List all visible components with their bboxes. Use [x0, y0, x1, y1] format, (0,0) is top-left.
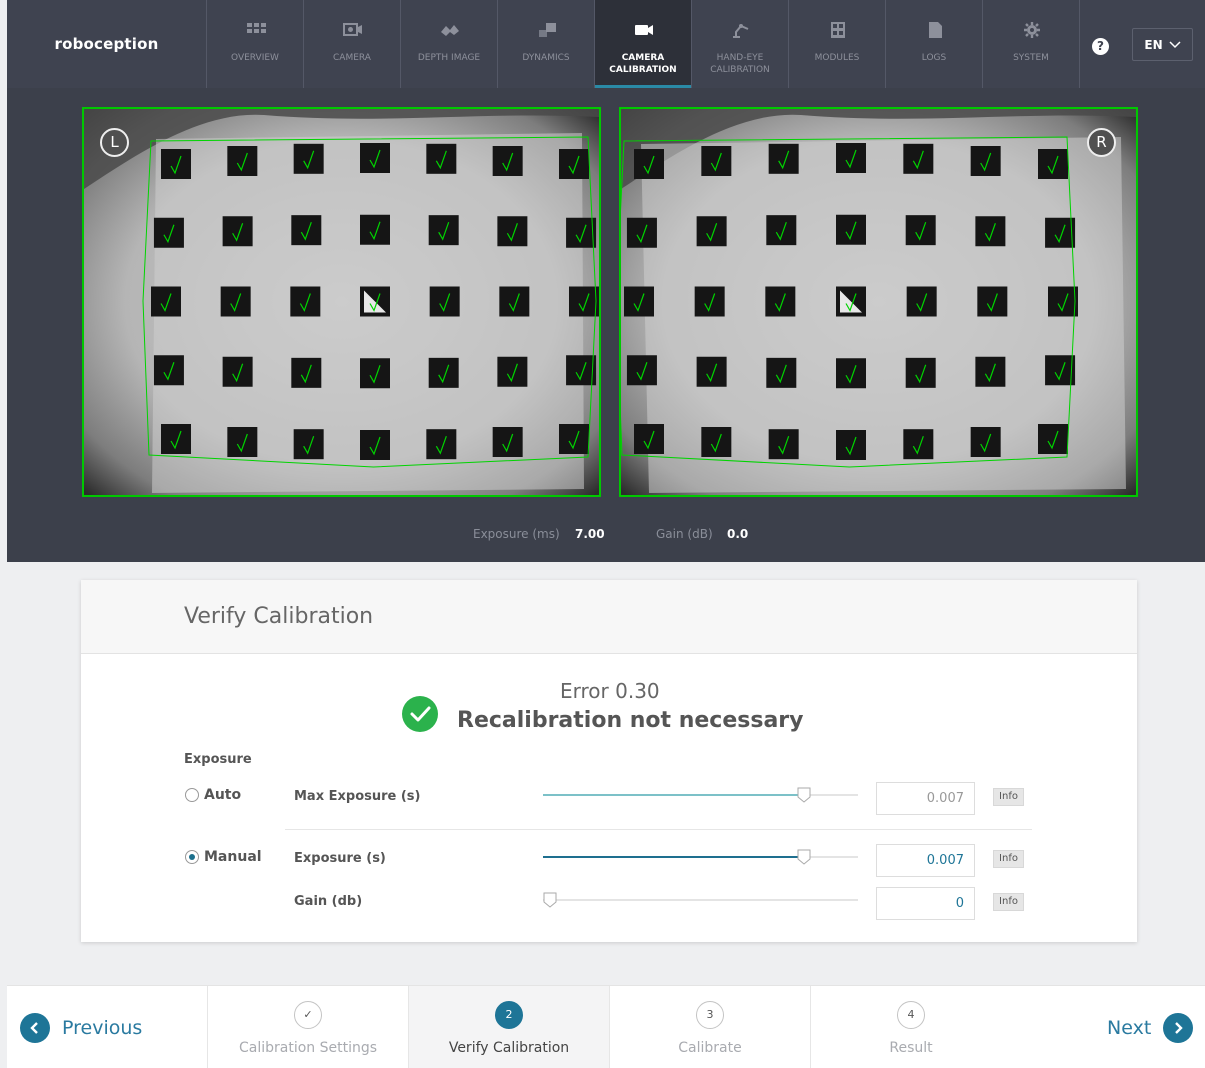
exposure-info-button[interactable]: Info: [993, 850, 1024, 868]
step-label: Calibration Settings: [238, 1040, 378, 1056]
right-camera-badge: R: [1087, 128, 1116, 157]
nav-item-overview[interactable]: OVERVIEW: [207, 0, 304, 88]
camera-icon: [343, 23, 362, 36]
language-label: EN: [1144, 37, 1163, 52]
manual-label: Manual: [204, 849, 262, 865]
manual-exposure-radio[interactable]: Manual: [185, 849, 262, 865]
exposure-label: Exposure (s): [294, 851, 386, 866]
document-icon: [929, 22, 942, 38]
row-divider: [285, 829, 1032, 830]
wizard-stepper: Previous ✓ Calibration Settings 2 Verify Ca…: [7, 985, 1205, 1068]
step-label: Verify Calibration: [448, 1040, 570, 1056]
nav-item-camera-calibration[interactable]: CAMERA CALIBRATION: [595, 0, 692, 88]
left-camera-image: L: [82, 107, 601, 497]
depth-image-icon: [441, 25, 459, 36]
modules-icon: [831, 22, 845, 38]
nav-item-label: HAND-EYE CALIBRATION: [710, 53, 770, 75]
step-marker: 2: [495, 1001, 523, 1029]
verify-calibration-card: Verify Calibration Error 0.30 Recalibrat…: [81, 580, 1137, 942]
nav-item-label: CAMERA: [333, 53, 371, 63]
nav-item-dynamics[interactable]: DYNAMICS: [498, 0, 595, 88]
max-exposure-slider[interactable]: [543, 785, 858, 805]
chevron-right-icon: [1163, 1012, 1194, 1043]
error-value: Error 0.30: [560, 679, 660, 703]
check-circle-icon: [402, 696, 438, 732]
left-camera-badge: L: [100, 128, 129, 157]
gain-db-label: Gain (dB): [656, 527, 713, 541]
step-marker: 3: [696, 1001, 724, 1029]
exposure-ms-label: Exposure (ms): [473, 527, 560, 541]
chevron-down-icon: [1169, 40, 1181, 48]
radio-auto-dot[interactable]: [185, 788, 199, 802]
max-exposure-label: Max Exposure (s): [294, 789, 421, 804]
next-label: Next: [1107, 1016, 1152, 1039]
nav-item-modules[interactable]: MODULES: [789, 0, 886, 88]
nav-item-label: CAMERA CALIBRATION: [609, 53, 677, 75]
video-camera-icon: [635, 25, 653, 35]
slider-thumb[interactable]: [543, 892, 557, 908]
step-3[interactable]: 3 Calibrate: [609, 986, 810, 1068]
gain-slider[interactable]: [543, 890, 858, 910]
radio-manual-dot[interactable]: [185, 850, 199, 864]
max-exposure-input[interactable]: 0.007: [876, 782, 975, 815]
recalibration-status: Recalibration not necessary: [457, 708, 804, 733]
step-1[interactable]: ✓ Calibration Settings: [207, 986, 408, 1068]
card-title: Verify Calibration: [184, 604, 374, 629]
auto-label: Auto: [204, 787, 242, 803]
exposure-input[interactable]: 0.007: [876, 844, 975, 877]
gain-label: Gain (db): [294, 894, 363, 909]
nav-item-depth-image[interactable]: DEPTH IMAGE: [401, 0, 498, 88]
grid-icon: [247, 23, 266, 33]
nav-item-label: SYSTEM: [1013, 53, 1049, 63]
slider-thumb[interactable]: [797, 787, 811, 803]
camera-view-area: L R Exposure (ms) 7.00 Gain (dB) 0.0: [7, 88, 1205, 562]
gain-input[interactable]: 0: [876, 887, 975, 920]
nav-item-logs[interactable]: LOGS: [886, 0, 983, 88]
step-4[interactable]: 4 Result: [810, 986, 1011, 1068]
exposure-ms-value: 7.00: [575, 527, 605, 541]
help-icon[interactable]: ?: [1092, 38, 1109, 55]
nav-item-system[interactable]: SYSTEM: [983, 0, 1080, 88]
dynamics-icon: [539, 23, 556, 37]
brand-logo[interactable]: roboception: [7, 0, 207, 88]
right-camera-image: R: [619, 107, 1138, 497]
robot-arm-icon: [733, 24, 749, 38]
exposure-slider[interactable]: [543, 847, 858, 867]
top-navbar: roboception OVERVIEW CAMERA DEPTH IMAGE DYN…: [7, 0, 1205, 88]
nav-item-label: OVERVIEW: [231, 53, 279, 63]
nav-item-label: DYNAMICS: [522, 53, 570, 63]
next-button[interactable]: Next: [1107, 986, 1194, 1068]
nav-item-hand-eye-calibration[interactable]: HAND-EYE CALIBRATION: [692, 0, 789, 88]
step-label: Calibrate: [678, 1040, 742, 1056]
exposure-heading: Exposure: [184, 752, 252, 767]
gear-icon: [1024, 22, 1040, 38]
nav-item-label: MODULES: [814, 53, 860, 63]
auto-exposure-radio[interactable]: Auto: [185, 787, 241, 803]
step-2[interactable]: 2 Verify Calibration: [408, 986, 609, 1068]
chevron-left-icon: [20, 1012, 50, 1043]
language-select[interactable]: EN: [1132, 28, 1193, 61]
max-exposure-info-button[interactable]: Info: [993, 788, 1024, 806]
step-label: Result: [889, 1040, 933, 1056]
step-marker: ✓: [294, 1001, 322, 1029]
gain-info-button[interactable]: Info: [993, 893, 1024, 911]
slider-thumb[interactable]: [797, 849, 811, 865]
nav-item-label: LOGS: [921, 53, 947, 63]
nav-item-label: DEPTH IMAGE: [417, 53, 481, 63]
gain-db-value: 0.0: [727, 527, 749, 541]
previous-button[interactable]: Previous: [20, 986, 142, 1068]
previous-label: Previous: [62, 1016, 143, 1039]
nav-item-camera[interactable]: CAMERA: [304, 0, 401, 88]
step-marker: 4: [897, 1001, 925, 1029]
